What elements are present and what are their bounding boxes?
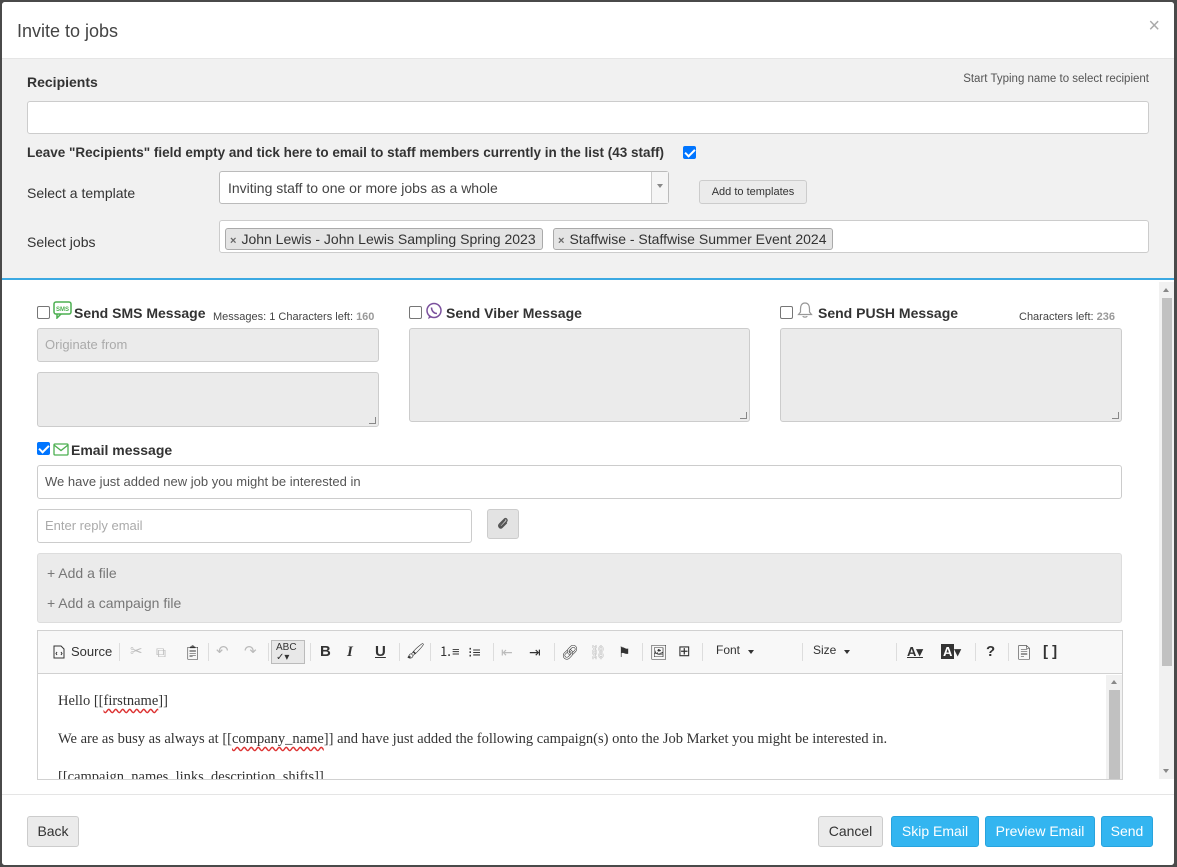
job-tag-label: John Lewis - John Lewis Sampling Spring … [241, 231, 536, 247]
editor-toolbar: Source ✂ ⧉ 📋︎ ↶ ↷ ABC ✓▾ B I U 🖌︎ ⒈≡ ⁝≡ ⇤… [38, 631, 1122, 674]
numbered-list-icon[interactable]: ⒈≡ [439, 643, 460, 661]
push-counter: Characters left: 236 [1019, 311, 1115, 323]
italic-icon[interactable]: I [347, 643, 353, 661]
envelope-icon [53, 443, 69, 456]
push-title: Send PUSH Message [818, 305, 959, 321]
image-icon[interactable]: 🖼︎ [650, 643, 668, 661]
email-subject-input[interactable]: We have just added new job you might be … [37, 465, 1122, 499]
copy-icon[interactable]: ⧉ [156, 643, 166, 661]
size-dropdown[interactable]: Size [813, 643, 851, 657]
paste-from-word-icon[interactable]: 📄︎ [1015, 643, 1033, 661]
skip-email-button[interactable]: Skip Email [891, 816, 979, 847]
cut-icon[interactable]: ✂ [130, 643, 143, 661]
email-editor: Source ✂ ⧉ 📋︎ ↶ ↷ ABC ✓▾ B I U 🖌︎ ⒈≡ ⁝≡ ⇤… [37, 630, 1123, 780]
template-select[interactable]: Inviting staff to one or more jobs as a … [219, 171, 669, 204]
chevron-down-icon [651, 172, 668, 203]
remove-tag-icon[interactable]: × [558, 235, 564, 247]
empty-recipients-label: Leave "Recipients" field empty and tick … [27, 145, 664, 160]
recipients-input[interactable] [27, 101, 1149, 134]
preview-email-button[interactable]: Preview Email [985, 816, 1095, 847]
source-icon [53, 645, 65, 659]
dialog-footer: Back Cancel Skip Email Preview Email Sen… [2, 794, 1174, 865]
undo-icon[interactable]: ↶ [216, 643, 229, 661]
editor-line: Hello [[firstname]] [58, 693, 168, 709]
bullet-list-icon[interactable]: ⁝≡ [468, 643, 481, 661]
jobs-label: Select jobs [27, 234, 96, 250]
bell-icon [797, 302, 813, 318]
font-dropdown[interactable]: Font [716, 643, 755, 657]
add-campaign-file-link[interactable]: + Add a campaign file [47, 595, 181, 611]
sms-title: Send SMS Message [74, 305, 206, 321]
sms-checkbox[interactable] [37, 306, 50, 319]
template-selected: Inviting staff to one or more jobs as a … [228, 180, 498, 196]
sms-textarea[interactable] [37, 372, 379, 427]
paste-icon[interactable]: 📋︎ [184, 643, 202, 661]
remove-tag-icon[interactable]: × [230, 235, 236, 247]
email-title: Email message [71, 442, 173, 458]
dialog-header: Invite to jobs × [2, 2, 1174, 59]
remove-format-icon[interactable]: 🖌︎ [406, 643, 425, 661]
jobs-select[interactable]: × John Lewis - John Lewis Sampling Spring… [219, 220, 1149, 253]
bold-icon[interactable]: B [320, 643, 331, 661]
push-textarea[interactable] [780, 328, 1122, 422]
underline-icon[interactable]: U [375, 643, 386, 661]
editor-scrollbar[interactable] [1106, 675, 1122, 779]
sms-icon: SMS [53, 301, 72, 319]
template-label: Select a template [27, 185, 136, 201]
job-tag: × Staffwise - Staffwise Summer Event 2024 [553, 228, 834, 250]
add-to-templates-button[interactable]: Add to templates [699, 180, 807, 204]
dialog-scrollbar[interactable] [1159, 282, 1174, 779]
link-icon[interactable]: 🔗︎ [561, 643, 579, 661]
viber-title: Send Viber Message [446, 305, 582, 321]
text-color-icon[interactable]: A▾ [907, 643, 923, 661]
push-checkbox[interactable] [780, 306, 793, 319]
svg-text:SMS: SMS [56, 307, 69, 313]
spellcheck-icon[interactable]: ABC ✓▾ [271, 640, 305, 664]
anchor-flag-icon[interactable]: ⚑ [618, 643, 631, 661]
job-tag: × John Lewis - John Lewis Sampling Spring… [225, 228, 543, 250]
maximize-icon[interactable]: [ ] [1043, 643, 1057, 661]
empty-recipients-checkbox[interactable] [683, 146, 696, 159]
viber-checkbox[interactable] [409, 306, 422, 319]
viber-textarea[interactable] [409, 328, 750, 422]
close-icon[interactable]: × [1148, 16, 1160, 36]
redo-icon[interactable]: ↷ [244, 643, 257, 661]
attach-button[interactable] [487, 509, 519, 539]
recipients-panel: Recipients Start Typing name to select r… [2, 59, 1174, 280]
editor-content[interactable]: Hello [[firstname]] We are as busy as al… [38, 675, 1106, 779]
editor-line: [[campaign_names_links_description_shift… [58, 769, 324, 779]
paperclip-icon [498, 517, 508, 529]
table-icon[interactable]: ⊞ [678, 643, 691, 661]
background-color-icon[interactable]: A ▾ [941, 643, 961, 661]
cancel-button[interactable]: Cancel [818, 816, 883, 847]
invite-to-jobs-dialog: Invite to jobs × Recipients Start Typing… [2, 2, 1174, 865]
originate-from-input[interactable]: Originate from [37, 328, 379, 362]
viber-icon [426, 302, 442, 319]
help-icon[interactable]: ? [986, 643, 995, 661]
recipients-label: Recipients [27, 74, 98, 90]
sms-counter: Messages: 1 Characters left: 160 [213, 311, 375, 323]
files-box: + Add a file + Add a campaign file [37, 553, 1122, 623]
dialog-title: Invite to jobs [17, 21, 119, 41]
outdent-icon[interactable]: ⇤ [501, 643, 513, 661]
unlink-icon[interactable]: ⛓︎ [589, 643, 607, 661]
add-file-link[interactable]: + Add a file [47, 565, 117, 581]
recipients-hint: Start Typing name to select recipient [963, 73, 1149, 85]
indent-icon[interactable]: ⇥ [529, 643, 541, 661]
send-button[interactable]: Send [1101, 816, 1153, 847]
job-tag-label: Staffwise - Staffwise Summer Event 2024 [569, 231, 827, 247]
reply-email-input[interactable]: Enter reply email [37, 509, 472, 543]
source-button[interactable]: Source [71, 643, 112, 661]
email-checkbox[interactable] [37, 442, 50, 455]
back-button[interactable]: Back [27, 816, 79, 847]
editor-line: We are as busy as always at [[company_na… [58, 731, 888, 747]
